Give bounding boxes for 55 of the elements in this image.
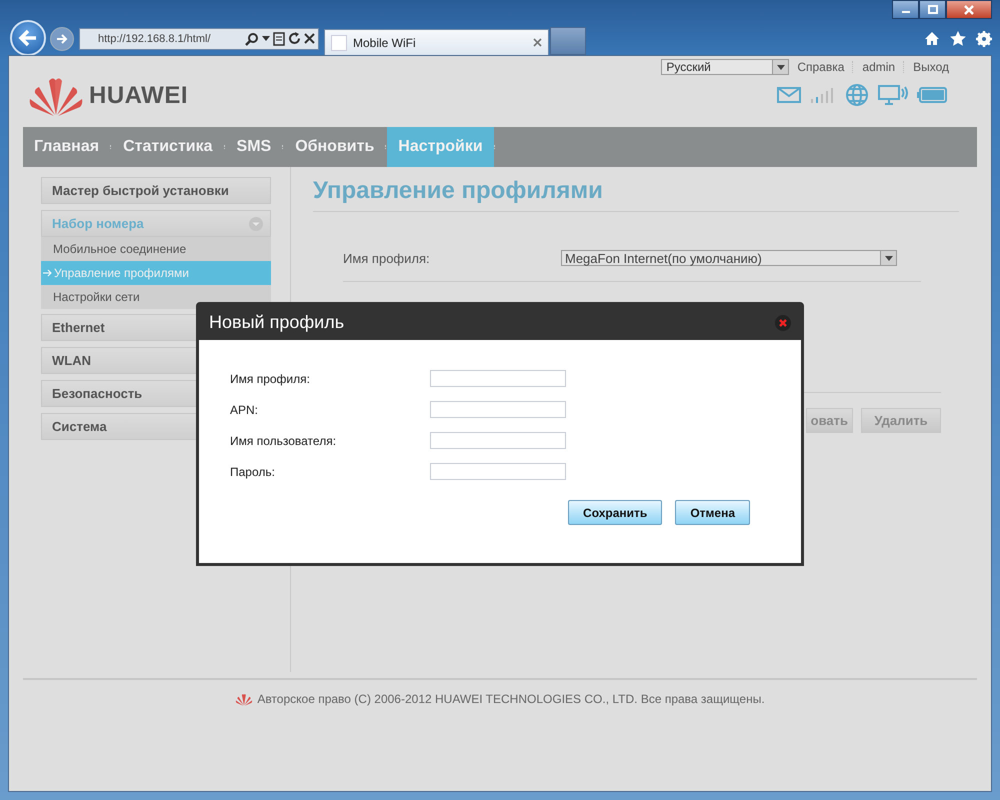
header-link[interactable]: admin (862, 60, 896, 74)
close-icon[interactable] (533, 38, 542, 47)
search-icon[interactable] (245, 32, 259, 46)
nav-tab[interactable]: Главная (23, 127, 110, 167)
caret-icon[interactable] (262, 36, 270, 41)
input-field[interactable] (430, 463, 566, 480)
address-bar[interactable]: http://192.168.8.1/html/ (79, 28, 319, 50)
copyright-text: Авторское право (C) 2006-2012 HUAWEI TECHNOLOGIES CO., LTD. Все права защищены. (257, 692, 765, 706)
chevron-down-icon (249, 216, 263, 230)
nav-tab[interactable]: SMS (226, 127, 282, 167)
sidebar-subitem[interactable]: Настройки сети (41, 285, 271, 309)
url-text: http://192.168.8.1/html/ (98, 32, 211, 44)
header-link[interactable]: Выход (913, 60, 949, 74)
dialog-button[interactable]: Отмена (675, 500, 750, 525)
back-button[interactable] (10, 20, 46, 56)
battery-icon (917, 87, 947, 103)
globe-icon (845, 83, 869, 107)
close-icon (779, 318, 787, 326)
nav-tab[interactable]: Обновить (284, 127, 386, 167)
caret-icon (776, 64, 785, 70)
sidebar-item[interactable]: Мастер быстрой установки (41, 177, 271, 204)
dialog-button[interactable]: Сохранить (568, 500, 662, 525)
forward-button[interactable] (50, 26, 74, 50)
page-icon[interactable] (273, 32, 285, 46)
arrow-right-icon (56, 32, 68, 44)
logo-text: HUAWEI (89, 82, 188, 110)
star-icon[interactable] (950, 31, 966, 46)
settings-icon[interactable] (976, 30, 992, 46)
signal-icon (810, 87, 836, 103)
refresh-icon[interactable] (288, 32, 301, 45)
close-button[interactable] (946, 0, 992, 19)
language-select[interactable]: Русский (661, 59, 790, 75)
sidebar-subitem[interactable]: Мобильное соединение (41, 237, 271, 261)
flower-logo-icon (235, 692, 254, 706)
arrow-left-icon (18, 28, 38, 46)
browser-tab[interactable]: Mobile WiFi (324, 29, 549, 55)
maximize-button[interactable] (919, 0, 946, 19)
input-field[interactable] (430, 432, 566, 449)
page-icon (331, 34, 347, 50)
nav-tab[interactable]: Статистика (112, 127, 224, 167)
input-field[interactable] (430, 401, 566, 418)
close-icon (963, 4, 975, 14)
maximize-icon (928, 5, 938, 14)
home-icon[interactable] (924, 31, 940, 46)
stop-icon[interactable] (304, 33, 315, 44)
header-link[interactable]: Справка (797, 60, 844, 74)
profile-select[interactable]: MegaFon Internet(по умолчанию) (561, 250, 897, 266)
arrow-icon (43, 269, 53, 277)
caret-icon (884, 256, 892, 260)
monitor-icon (878, 85, 908, 105)
field-label: Имя профиля: (343, 250, 431, 266)
page-title: Управление профилями (313, 177, 959, 212)
input-field[interactable] (430, 370, 566, 387)
minimize-button[interactable] (892, 0, 919, 19)
field-label: Пароль: (230, 464, 276, 478)
